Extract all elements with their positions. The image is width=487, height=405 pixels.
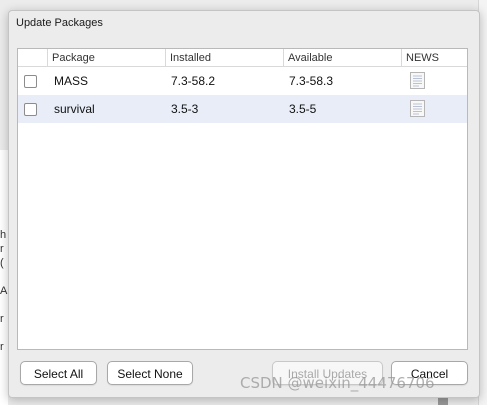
document-icon[interactable] bbox=[410, 100, 425, 117]
available-version: 3.5-5 bbox=[289, 102, 317, 116]
dialog-title: Update Packages bbox=[16, 17, 103, 29]
column-header-available[interactable]: Available bbox=[283, 49, 401, 66]
package-name: survival bbox=[54, 102, 95, 116]
installed-version: 3.5-3 bbox=[171, 102, 199, 116]
select-all-button[interactable]: Select All bbox=[20, 361, 97, 385]
table-header: Package Installed Available NEWS bbox=[18, 49, 467, 67]
update-packages-dialog: Update Packages Package Installed Availa… bbox=[8, 10, 480, 398]
background-letter: A bbox=[0, 285, 8, 297]
select-none-button[interactable]: Select None bbox=[107, 361, 193, 385]
packages-table: Package Installed Available NEWS MASS 7.… bbox=[17, 48, 468, 350]
row-checkbox[interactable] bbox=[24, 75, 37, 88]
row-checkbox[interactable] bbox=[24, 103, 37, 116]
background-letter: h bbox=[0, 229, 7, 241]
background-letter bbox=[0, 270, 8, 284]
watermark: CSDN @weixin_44476706 bbox=[240, 374, 435, 392]
table-row[interactable]: survival 3.5-3 3.5-5 bbox=[18, 95, 467, 123]
background-letter: r bbox=[0, 313, 4, 325]
available-version: 7.3-58.3 bbox=[289, 74, 334, 88]
background-letter bbox=[0, 298, 8, 312]
background-letter: r bbox=[0, 243, 4, 255]
table-row[interactable]: MASS 7.3-58.2 7.3-58.3 bbox=[18, 67, 467, 95]
background-letter bbox=[0, 326, 8, 340]
package-name: MASS bbox=[54, 74, 89, 88]
installed-version: 7.3-58.2 bbox=[171, 74, 216, 88]
column-header-news[interactable]: NEWS bbox=[401, 49, 467, 66]
document-icon[interactable] bbox=[410, 72, 425, 89]
column-header-package[interactable]: Package bbox=[47, 49, 165, 66]
background-text: h r ( A r r bbox=[0, 228, 8, 354]
background-letter: ( bbox=[0, 257, 4, 269]
background-letter: r bbox=[0, 341, 4, 353]
column-header-select[interactable] bbox=[18, 49, 47, 66]
column-header-installed[interactable]: Installed bbox=[165, 49, 283, 66]
